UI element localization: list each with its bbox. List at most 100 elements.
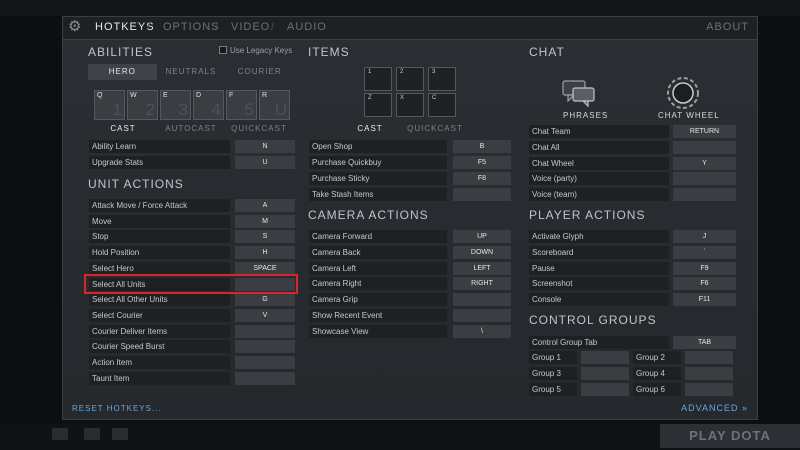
control-group-key[interactable] <box>581 351 629 364</box>
hotkey-row[interactable]: Action Item <box>89 356 295 369</box>
phrases-button[interactable] <box>559 79 599 112</box>
hotkey-row[interactable]: Control Group Tab TAB <box>529 336 736 349</box>
mode-quickcast[interactable]: QUICKCAST <box>387 122 483 136</box>
mode-autocast[interactable]: AUTOCAST <box>158 122 224 136</box>
mode-quickcast[interactable]: QUICKCAST <box>224 122 294 136</box>
hotkey-row[interactable]: Ability Learn N <box>89 140 295 153</box>
hotkey-row[interactable]: Camera Grip <box>309 293 511 307</box>
about-link[interactable]: ABOUT <box>706 21 749 33</box>
hotkey-key[interactable] <box>453 309 511 322</box>
hotkey-row[interactable]: Take Stash Items <box>309 187 511 201</box>
hotkey-key[interactable]: G <box>235 293 295 307</box>
hotkey-row[interactable]: Showcase View \ <box>309 324 511 338</box>
hotkey-key[interactable]: S <box>235 230 295 244</box>
hotkey-row[interactable]: Attack Move / Force Attack A <box>89 199 295 212</box>
ability-slot[interactable]: D4 <box>193 90 224 120</box>
hotkey-row[interactable]: Chat Team RETURN <box>529 125 736 138</box>
hotkey-key[interactable]: RIGHT <box>453 277 511 291</box>
hotkey-key[interactable] <box>235 371 295 385</box>
hotkey-row[interactable]: Purchase Sticky F8 <box>309 171 511 185</box>
hotkey-key[interactable]: UP <box>453 230 511 243</box>
hotkey-key[interactable]: A <box>235 199 295 212</box>
hotkey-key[interactable] <box>235 324 295 338</box>
hotkey-row[interactable]: Purchase Quickbuy F5 <box>309 155 511 169</box>
hotkey-row[interactable]: Move M <box>89 214 295 228</box>
ability-slot[interactable]: F5 <box>226 90 257 120</box>
tab-hotkeys[interactable]: HOTKEYS <box>95 21 155 33</box>
control-group-row[interactable]: Group 1 <box>529 351 629 364</box>
tab-video[interactable]: VIDEO <box>231 21 270 33</box>
control-group-key[interactable] <box>685 383 733 396</box>
item-slot[interactable]: 3 <box>428 67 456 91</box>
mode-cast[interactable]: CAST <box>353 122 387 136</box>
hotkey-row[interactable]: Taunt Item <box>89 371 295 385</box>
hotkey-key[interactable]: F8 <box>453 171 511 185</box>
control-group-key[interactable] <box>685 351 733 364</box>
control-group-row[interactable]: Group 4 <box>633 367 733 380</box>
hotkey-key[interactable]: DOWN <box>453 245 511 259</box>
hotkey-row[interactable]: Courier Speed Burst <box>89 340 295 354</box>
hotkey-key[interactable]: SPACE <box>235 261 295 275</box>
hotkey-row[interactable]: Console F11 <box>529 293 736 307</box>
subtab-hero[interactable]: HERO <box>88 64 157 80</box>
hotkey-key[interactable] <box>453 187 511 201</box>
play-dota-button[interactable]: PLAY DOTA <box>660 424 800 448</box>
hotkey-key[interactable] <box>235 356 295 369</box>
ability-slot[interactable]: Q1 <box>94 90 125 120</box>
hotkey-key[interactable]: RETURN <box>673 125 736 138</box>
hotkey-row[interactable]: Select Courier V <box>89 308 295 322</box>
control-group-key[interactable] <box>685 367 733 380</box>
hotkey-key[interactable]: V <box>235 308 295 322</box>
hotkey-key[interactable] <box>673 188 736 202</box>
bottom-bar-icon[interactable] <box>112 428 128 440</box>
hotkey-key[interactable]: TAB <box>673 336 736 349</box>
hotkey-row[interactable]: Pause F9 <box>529 261 736 275</box>
hotkey-row[interactable]: Camera Right RIGHT <box>309 277 511 291</box>
hotkey-key[interactable]: F5 <box>453 155 511 169</box>
hotkey-key[interactable]: F6 <box>673 277 736 291</box>
hotkey-key[interactable]: LEFT <box>453 261 511 275</box>
hotkey-key[interactable]: M <box>235 214 295 228</box>
hotkey-key[interactable] <box>453 293 511 307</box>
advanced-link[interactable]: ADVANCED » <box>681 403 748 413</box>
control-group-row[interactable]: Group 2 <box>633 351 733 364</box>
hotkey-row[interactable]: Open Shop B <box>309 140 511 153</box>
hotkey-row[interactable]: Voice (team) <box>529 188 736 202</box>
hotkey-key[interactable] <box>235 340 295 354</box>
hotkey-row[interactable]: Stop S <box>89 230 295 244</box>
checkbox-box[interactable] <box>219 46 227 54</box>
hotkey-row[interactable]: Activate Glyph J <box>529 230 736 243</box>
hotkey-row[interactable]: Voice (party) <box>529 172 736 186</box>
reset-hotkeys-link[interactable]: RESET HOTKEYS... <box>72 404 162 413</box>
hotkey-row[interactable]: Camera Left LEFT <box>309 261 511 275</box>
hotkey-row[interactable]: Camera Back DOWN <box>309 245 511 259</box>
ability-slot[interactable]: E3 <box>160 90 191 120</box>
chat-wheel-button[interactable] <box>663 75 703 116</box>
tab-audio[interactable]: AUDIO <box>287 21 327 33</box>
hotkey-row[interactable]: Hold Position H <box>89 246 295 260</box>
ability-slot[interactable]: RU <box>259 90 290 120</box>
item-slot[interactable]: 1 <box>364 67 392 91</box>
item-slot[interactable]: 2 <box>396 67 424 91</box>
hotkey-row[interactable]: Screenshot F6 <box>529 277 736 291</box>
hotkey-row[interactable]: Select Hero SPACE <box>89 261 295 275</box>
hotkey-row[interactable]: Upgrade Stats U <box>89 156 295 169</box>
control-group-row[interactable]: Group 3 <box>529 367 629 380</box>
mode-cast[interactable]: CAST <box>88 122 158 136</box>
hotkey-row[interactable]: Select All Other Units G <box>89 293 295 307</box>
hotkey-key[interactable]: Y <box>673 156 736 170</box>
hotkey-key[interactable]: J <box>673 230 736 243</box>
control-group-row[interactable]: Group 6 <box>633 383 733 396</box>
bottom-bar-icon[interactable] <box>52 428 68 440</box>
subtab-neutrals[interactable]: NEUTRALS <box>157 64 226 80</box>
item-slot[interactable]: C <box>428 93 456 117</box>
legacy-keys-checkbox[interactable]: Use Legacy Keys <box>219 46 292 55</box>
hotkey-key[interactable]: B <box>453 140 511 153</box>
hotkey-key[interactable]: ` <box>673 245 736 259</box>
hotkey-key[interactable] <box>673 172 736 186</box>
ability-slot[interactable]: W2 <box>127 90 158 120</box>
hotkey-key[interactable]: F11 <box>673 293 736 307</box>
hotkey-key[interactable] <box>673 140 736 154</box>
hotkey-row[interactable]: Camera Forward UP <box>309 230 511 243</box>
hotkey-key[interactable]: H <box>235 246 295 260</box>
